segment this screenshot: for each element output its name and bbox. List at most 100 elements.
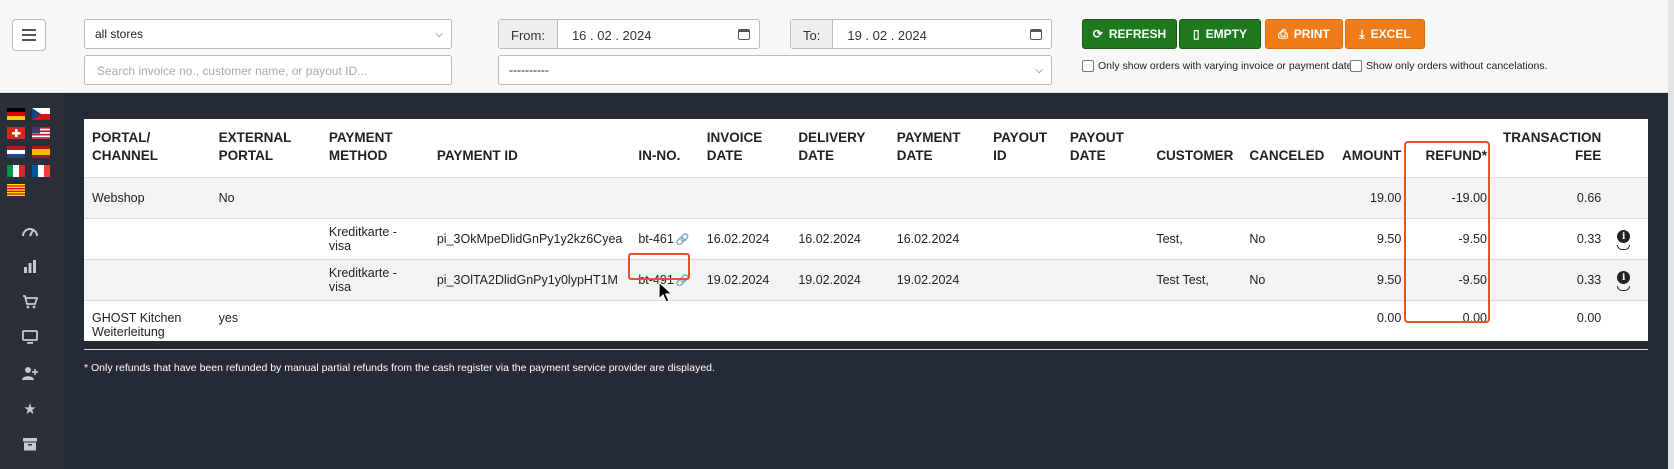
menu-toggle-button[interactable]	[12, 19, 46, 51]
cell-delivery-date: 16.02.2024	[790, 218, 889, 260]
checkbox-icon[interactable]	[1082, 60, 1094, 72]
cell-payout-id	[985, 300, 1062, 350]
excel-button[interactable]: ⤓ EXCEL	[1345, 19, 1425, 49]
calendar-icon[interactable]	[1021, 20, 1051, 48]
cell-in-no	[630, 300, 699, 350]
flag-es-icon[interactable]	[32, 146, 50, 158]
cell-refund: -9.50	[1409, 259, 1495, 301]
info-icon[interactable]: i	[1617, 230, 1631, 251]
add-user-icon[interactable]	[20, 364, 40, 382]
chevron-down-icon: ⌵	[435, 29, 443, 40]
no-cancel-checkbox[interactable]: Show only orders without cancelations.	[1350, 60, 1548, 72]
excel-label: EXCEL	[1370, 27, 1411, 41]
to-date-field[interactable]: To: 19 . 02 . 2024	[790, 19, 1052, 49]
table-row[interactable]: Kreditkarte - visa pi_3OlTA2DlidGnPy1y0l…	[84, 259, 1648, 301]
from-date-field[interactable]: From: 16 . 02 . 2024	[498, 19, 760, 49]
calendar-icon[interactable]	[729, 20, 759, 48]
cell-method	[320, 177, 429, 219]
print-label: PRINT	[1293, 27, 1330, 41]
chevron-down-icon: ⌵	[1035, 65, 1043, 76]
cell-invoice-date: 19.02.2024	[698, 259, 791, 301]
link-icon[interactable]: 🔗	[676, 234, 690, 246]
col-method[interactable]: PAYMENT METHOD	[320, 119, 429, 178]
cell-canceled	[1241, 177, 1333, 219]
cell-amount: 19.00	[1332, 177, 1410, 219]
invoice-link[interactable]: bt-461	[638, 232, 673, 246]
cell-delivery-date: 19.02.2024	[790, 259, 889, 301]
refund-footnote: * Only refunds that have been refunded b…	[84, 362, 715, 374]
search-input[interactable]: Search invoice no., customer name, or pa…	[84, 55, 452, 85]
flag-de-icon[interactable]	[7, 108, 25, 120]
star-icon[interactable]: ★	[20, 400, 40, 418]
col-payment-id[interactable]: PAYMENT ID	[428, 119, 631, 178]
cell-in-no[interactable]: bt-461 🔗	[630, 218, 699, 260]
cart-icon[interactable]	[20, 293, 40, 311]
checkbox-icon[interactable]	[1350, 60, 1362, 72]
flag-ct-icon[interactable]	[7, 184, 25, 196]
col-payout-date[interactable]: PAYOUT DATE	[1061, 119, 1149, 178]
col-fee[interactable]: TRANSACTION FEE	[1494, 119, 1610, 178]
scrollbar[interactable]	[1668, 0, 1674, 469]
store-select[interactable]: all stores ⌵	[84, 19, 452, 49]
cell-method	[320, 300, 429, 350]
to-label: To:	[791, 20, 834, 48]
flag-it-icon[interactable]	[7, 165, 25, 177]
print-button[interactable]: ⎙ PRINT	[1265, 19, 1343, 49]
cell-delivery-date	[790, 300, 889, 350]
varying-dates-label: Only show orders with varying invoice or…	[1098, 60, 1361, 72]
col-delivery-date[interactable]: DELIVERY DATE	[790, 119, 889, 178]
cell-delivery-date	[790, 177, 889, 219]
cell-payout-id	[985, 259, 1062, 301]
cell-invoice-date	[698, 177, 791, 219]
col-invoice-date[interactable]: INVOICE DATE	[698, 119, 791, 178]
info-icon[interactable]: i	[1617, 271, 1631, 292]
col-payment-date[interactable]: PAYMENT DATE	[888, 119, 986, 178]
cell-payout-date	[1061, 218, 1149, 260]
cell-external	[210, 259, 321, 301]
from-date-value[interactable]: 16 . 02 . 2024	[558, 20, 729, 48]
cell-info	[1609, 300, 1648, 350]
dashboard-icon[interactable]	[20, 222, 40, 240]
col-customer[interactable]: CUSTOMER	[1148, 119, 1242, 178]
archive-icon[interactable]	[20, 435, 40, 453]
col-portal[interactable]: PORTAL/ CHANNEL	[84, 119, 211, 178]
to-date-value[interactable]: 19 . 02 . 2024	[833, 20, 1021, 48]
flag-cz-icon[interactable]	[32, 108, 50, 120]
col-amount[interactable]: AMOUNT	[1332, 119, 1410, 178]
col-external[interactable]: EXTERNAL PORTAL	[210, 119, 321, 178]
link-icon[interactable]: 🔗	[676, 275, 690, 287]
cell-customer	[1148, 300, 1242, 350]
flag-nl-icon[interactable]	[7, 146, 25, 158]
empty-button[interactable]: ▯ EMPTY	[1179, 19, 1261, 49]
cell-amount: 9.50	[1332, 259, 1410, 301]
col-canceled[interactable]: CANCELED	[1241, 119, 1333, 178]
cell-info[interactable]: i	[1609, 218, 1648, 260]
empty-label: EMPTY	[1205, 27, 1247, 41]
cell-info	[1609, 177, 1648, 219]
secondary-select-value: ----------	[509, 63, 549, 77]
table-row[interactable]: GHOST Kitchen Weiterleitung yes 0.00 0.0…	[84, 300, 1648, 350]
refresh-button[interactable]: ⟳ REFRESH	[1082, 19, 1177, 49]
from-label: From:	[499, 20, 558, 48]
col-payout-id[interactable]: PAYOUT ID	[985, 119, 1062, 178]
refresh-icon: ⟳	[1092, 27, 1103, 41]
cell-payment-id: pi_3OkMpeDlidGnPy1y2kz6Cyea	[428, 218, 631, 260]
flag-us-icon[interactable]	[32, 127, 50, 139]
secondary-select[interactable]: ---------- ⌵	[498, 55, 1052, 85]
cell-method: Kreditkarte - visa	[320, 259, 429, 301]
table-header-row: PORTAL/ CHANNEL EXTERNAL PORTAL PAYMENT …	[84, 119, 1648, 178]
cell-payout-date	[1061, 300, 1149, 350]
cell-payout-id	[985, 218, 1062, 260]
cell-payment-date	[888, 300, 986, 350]
monitor-icon[interactable]	[20, 328, 40, 346]
cell-info[interactable]: i	[1609, 259, 1648, 301]
table-row[interactable]: Webshop No 19.00 -19.00 0.66	[84, 177, 1648, 219]
varying-dates-checkbox[interactable]: Only show orders with varying invoice or…	[1082, 60, 1361, 72]
sidebar: ★	[0, 94, 64, 469]
flag-fr-icon[interactable]	[32, 165, 50, 177]
chart-icon[interactable]	[20, 257, 40, 275]
flag-ch-icon[interactable]	[7, 127, 25, 139]
col-in-no[interactable]: IN-NO.	[630, 119, 699, 178]
table-row[interactable]: Kreditkarte - visa pi_3OkMpeDlidGnPy1y2k…	[84, 218, 1648, 260]
col-refund[interactable]: REFUND*	[1409, 119, 1495, 178]
